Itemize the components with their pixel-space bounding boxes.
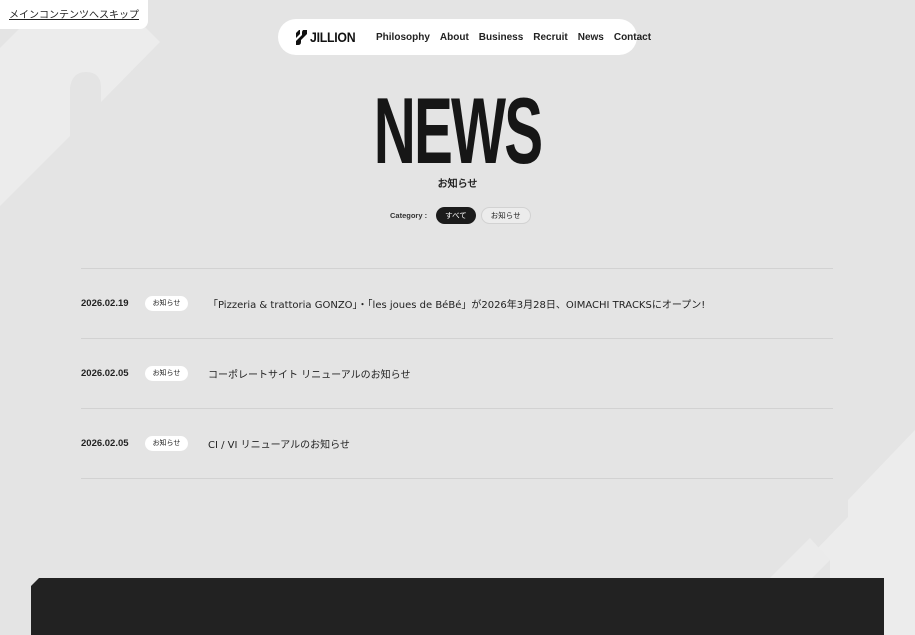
news-date: 2026.02.19 <box>81 298 129 309</box>
nav-links: Philosophy About Business Recruit News C… <box>376 32 651 43</box>
global-nav: JILLION Philosophy About Business Recrui… <box>278 19 651 55</box>
news-category-tag: お知らせ <box>145 366 188 381</box>
jillion-logo[interactable]: JILLION <box>296 29 362 45</box>
news-date: 2026.02.05 <box>81 368 129 379</box>
category-chip-all[interactable]: すべて <box>436 207 476 224</box>
news-list: 2026.02.19 お知らせ 「Pizzeria & trattoria GO… <box>81 268 833 479</box>
nav-link-business[interactable]: Business <box>479 32 523 43</box>
jillion-logo-mark-icon <box>296 29 307 45</box>
nav-link-news[interactable]: News <box>578 32 604 43</box>
category-chip-notice[interactable]: お知らせ <box>480 207 531 224</box>
news-date: 2026.02.05 <box>81 438 129 449</box>
category-filter: Category : すべて お知らせ <box>390 207 531 224</box>
news-item[interactable]: 2026.02.19 お知らせ 「Pizzeria & trattoria GO… <box>81 269 833 338</box>
skip-to-main-content-link[interactable]: メインコンテンツへスキップ <box>0 0 148 29</box>
nav-link-contact[interactable]: Contact <box>614 32 651 43</box>
news-item[interactable]: 2026.02.05 お知らせ CI / VI リニューアルのお知らせ <box>81 409 833 478</box>
logo-wordmark: JILLION <box>310 29 356 45</box>
nav-link-philosophy[interactable]: Philosophy <box>376 32 430 43</box>
nav-link-about[interactable]: About <box>440 32 469 43</box>
news-title: 「Pizzeria & trattoria GONZO」・「les joues … <box>208 300 706 311</box>
divider <box>81 478 833 479</box>
nav-link-recruit[interactable]: Recruit <box>533 32 567 43</box>
page-subtitle: お知らせ <box>437 179 478 190</box>
page-title: NEWS <box>373 78 543 183</box>
news-item[interactable]: 2026.02.05 お知らせ コーポレートサイト リニューアルのお知らせ <box>81 339 833 408</box>
news-title: CI / VI リニューアルのお知らせ <box>208 440 350 451</box>
category-label: Category : <box>390 211 428 220</box>
news-category-tag: お知らせ <box>145 436 188 451</box>
footer <box>31 578 884 635</box>
footer-corner-notch <box>31 578 39 586</box>
news-category-tag: お知らせ <box>145 296 188 311</box>
news-title: コーポレートサイト リニューアルのお知らせ <box>208 370 411 381</box>
